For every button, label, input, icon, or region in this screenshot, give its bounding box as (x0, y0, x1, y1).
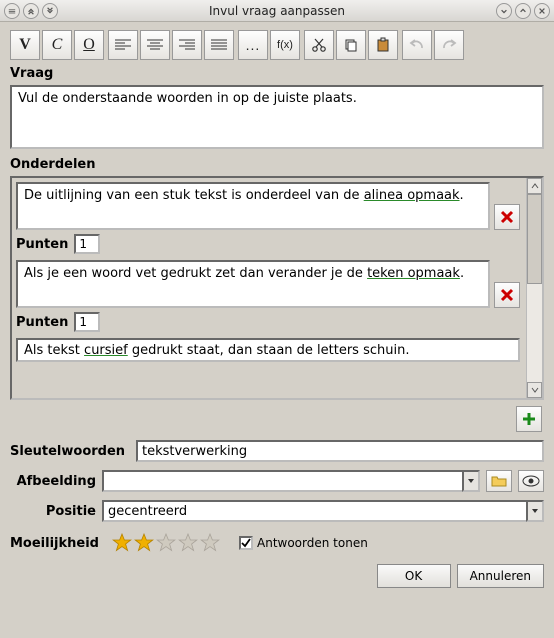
punten-input[interactable]: 1 (74, 234, 100, 254)
maximize-icon[interactable] (515, 3, 531, 19)
positie-combo[interactable]: gecentreerd (102, 500, 544, 522)
scroll-thumb[interactable] (527, 194, 542, 284)
punten-label: Punten (16, 315, 68, 330)
window-title: Invul vraag aanpassen (58, 4, 496, 18)
positie-label: Positie (10, 504, 96, 519)
antwoorden-tonen-label: Antwoorden tonen (257, 536, 368, 550)
italic-button[interactable]: C (42, 30, 72, 60)
minimize-icon[interactable] (496, 3, 512, 19)
bold-button[interactable]: V (10, 30, 40, 60)
delete-onderdeel-button[interactable] (494, 204, 520, 230)
sleutelwoorden-label: Sleutelwoorden (10, 444, 130, 459)
star-icon[interactable] (133, 532, 155, 554)
antwoorden-tonen-checkbox[interactable] (239, 536, 253, 550)
underline-button[interactable]: O (74, 30, 104, 60)
align-justify-button[interactable] (204, 30, 234, 60)
star-icon[interactable] (199, 532, 221, 554)
close-icon[interactable] (534, 3, 550, 19)
align-center-button[interactable] (140, 30, 170, 60)
answer-span: cursief (84, 343, 128, 358)
onderdelen-panel: De uitlijning van een stuk tekst is onde… (10, 176, 544, 400)
vraag-textarea[interactable]: Vul de onderstaande woorden in op de jui… (10, 85, 544, 149)
more-button[interactable]: ... (238, 30, 268, 60)
undo-button[interactable] (402, 30, 432, 60)
moeilijkheid-label: Moeilijkheid (10, 536, 99, 551)
scroll-up-icon[interactable] (527, 178, 542, 194)
titlebar: Invul vraag aanpassen (0, 0, 554, 22)
formula-button[interactable]: f(x) (270, 30, 300, 60)
star-icon[interactable] (111, 532, 133, 554)
paste-button[interactable] (368, 30, 398, 60)
onderdelen-label: Onderdelen (10, 157, 544, 172)
titlebar-down-icon[interactable] (42, 3, 58, 19)
preview-eye-button[interactable] (518, 470, 544, 492)
chevron-down-icon[interactable] (526, 500, 544, 522)
answer-span: alinea opmaak (364, 188, 460, 203)
afbeelding-label: Afbeelding (10, 474, 96, 489)
star-icon[interactable] (155, 532, 177, 554)
onderdelen-scrollbar[interactable] (526, 178, 542, 398)
chevron-down-icon[interactable] (462, 470, 480, 492)
titlebar-menu-icon[interactable] (4, 3, 20, 19)
onderdeel-text[interactable]: Als tekst cursief gedrukt staat, dan sta… (16, 338, 520, 362)
titlebar-up-icon[interactable] (23, 3, 39, 19)
onderdeel-text[interactable]: De uitlijning van een stuk tekst is onde… (16, 182, 490, 230)
cancel-button[interactable]: Annuleren (457, 564, 544, 588)
copy-button[interactable] (336, 30, 366, 60)
cut-button[interactable] (304, 30, 334, 60)
answer-span: teken opmaak (367, 266, 460, 281)
ok-button[interactable]: OK (377, 564, 451, 588)
delete-onderdeel-button[interactable] (494, 282, 520, 308)
redo-button[interactable] (434, 30, 464, 60)
punten-label: Punten (16, 237, 68, 252)
onderdeel-text[interactable]: Als je een woord vet gedrukt zet dan ver… (16, 260, 490, 308)
afbeelding-combo[interactable] (102, 470, 480, 492)
positie-input[interactable]: gecentreerd (102, 500, 526, 522)
add-onderdeel-button[interactable] (516, 406, 542, 432)
align-left-button[interactable] (108, 30, 138, 60)
afbeelding-input[interactable] (102, 470, 462, 492)
format-toolbar: V C O ... f(x) (10, 30, 544, 60)
star-icon[interactable] (177, 532, 199, 554)
align-right-button[interactable] (172, 30, 202, 60)
sleutelwoorden-input[interactable]: tekstverwerking (136, 440, 544, 462)
browse-folder-button[interactable] (486, 470, 512, 492)
vraag-label: Vraag (10, 66, 544, 81)
scroll-down-icon[interactable] (527, 382, 542, 398)
punten-input[interactable]: 1 (74, 312, 100, 332)
difficulty-stars[interactable] (111, 532, 221, 554)
